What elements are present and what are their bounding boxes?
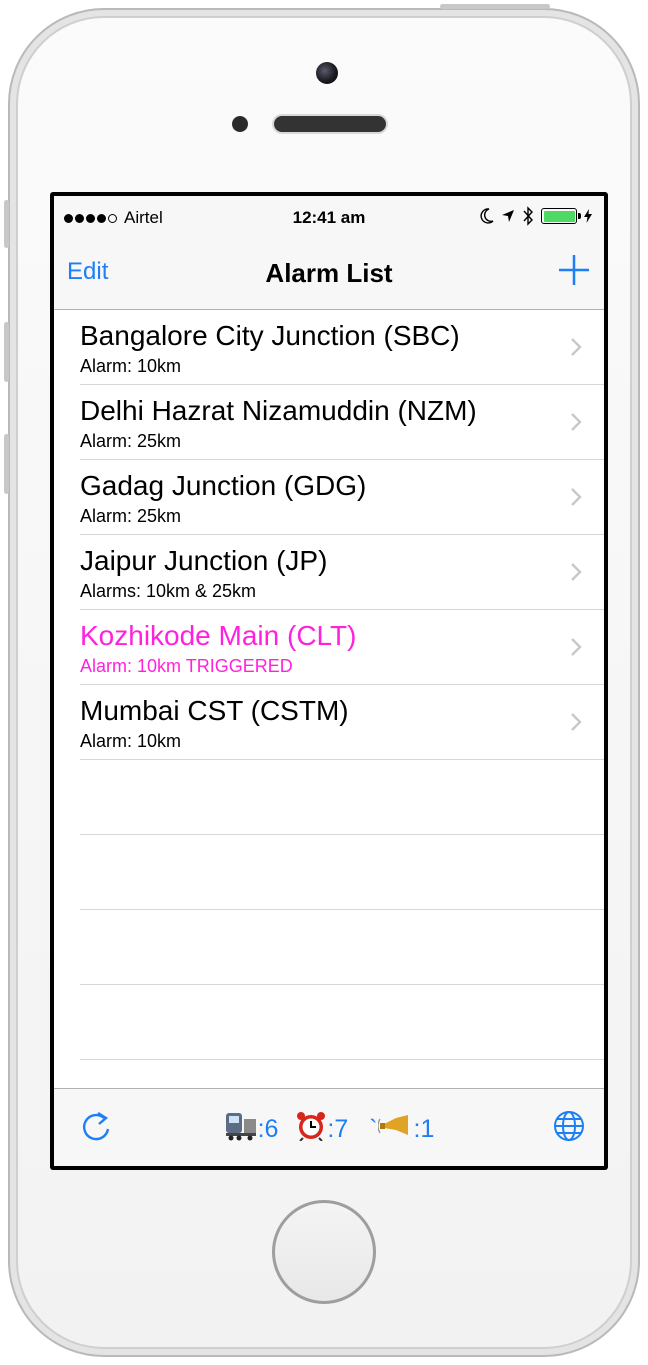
empty-row <box>80 760 604 835</box>
alarm-row-triggered[interactable]: Kozhikode Main (CLT) Alarm: 10km TRIGGER… <box>80 610 604 685</box>
alarm-distance: Alarms: 10km & 25km <box>80 581 257 601</box>
battery-level <box>543 210 575 222</box>
page-title: Alarm List <box>265 258 393 288</box>
station-name: Bangalore City Junction (SBC) <box>80 320 460 351</box>
moon-icon <box>480 208 494 224</box>
alarm-row[interactable]: Delhi Hazrat Nizamuddin (NZM) Alarm: 25k… <box>80 385 604 460</box>
empty-row <box>80 835 604 910</box>
location-arrow-icon <box>502 210 514 222</box>
bluetooth-icon <box>523 206 533 226</box>
screen-bezel: Airtel 12:41 am Edit Alarm List Bangalor… <box>50 192 608 1170</box>
empty-row <box>80 910 604 985</box>
station-name: Mumbai CST (CSTM) <box>80 695 349 726</box>
app-display: Airtel 12:41 am Edit Alarm List Bangalor… <box>54 196 604 1166</box>
volume-up-button <box>4 322 9 382</box>
station-name: Gadag Junction (GDG) <box>80 470 367 501</box>
bottom-toolbar: :6 :7 ` :1 <box>54 1088 604 1166</box>
train-icon <box>225 1113 256 1141</box>
station-name: Kozhikode Main (CLT) <box>80 620 357 651</box>
alarm-distance: Alarm: 10km <box>80 356 182 376</box>
alarm-list: Bangalore City Junction (SBC) Alarm: 10k… <box>54 310 604 1060</box>
horn-prefix: ` <box>369 1115 378 1143</box>
chevron-right-icon <box>571 563 582 581</box>
alarm-stats: :6 :7 ` :1 <box>54 1111 604 1144</box>
status-bar: Airtel 12:41 am <box>54 196 604 236</box>
home-button[interactable] <box>272 1200 376 1304</box>
train-count: :6 <box>257 1115 279 1143</box>
mute-switch <box>4 200 9 248</box>
alarm-row[interactable]: Bangalore City Junction (SBC) Alarm: 10k… <box>80 310 604 385</box>
status-icons <box>480 206 592 226</box>
alarm-count: :7 <box>327 1115 349 1143</box>
station-name: Jaipur Junction (JP) <box>80 545 328 576</box>
chevron-right-icon <box>571 338 582 356</box>
alarm-row[interactable]: Jaipur Junction (JP) Alarms: 10km & 25km <box>80 535 604 610</box>
earpiece-speaker <box>274 116 386 132</box>
battery-tip <box>578 213 581 219</box>
alarm-distance: Alarm: 25km <box>80 506 182 526</box>
globe-icon[interactable] <box>552 1109 586 1143</box>
horn-icon <box>377 1115 408 1135</box>
alarm-row[interactable]: Gadag Junction (GDG) Alarm: 25km <box>80 460 604 535</box>
chevron-right-icon <box>571 713 582 731</box>
chevron-right-icon <box>571 488 582 506</box>
front-camera <box>316 62 338 84</box>
charging-bolt-icon <box>584 209 592 223</box>
station-name: Delhi Hazrat Nizamuddin (NZM) <box>80 395 477 426</box>
alarm-distance: Alarm: 25km <box>80 431 182 451</box>
alarm-row[interactable]: Mumbai CST (CSTM) Alarm: 10km <box>80 685 604 760</box>
volume-down-button <box>4 434 9 494</box>
plus-icon[interactable] <box>554 250 594 290</box>
proximity-sensor <box>232 116 248 132</box>
chevron-right-icon <box>571 638 582 656</box>
alarm-distance: Alarm: 10km TRIGGERED <box>80 656 293 676</box>
empty-row <box>80 985 604 1060</box>
alarm-clock-icon <box>297 1112 326 1141</box>
alarm-distance: Alarm: 10km <box>80 731 182 751</box>
sleep-button <box>440 4 550 9</box>
horn-count: :1 <box>413 1115 435 1143</box>
chevron-right-icon <box>571 413 582 431</box>
navigation-bar: Edit Alarm List <box>54 236 604 310</box>
battery-icon <box>541 208 581 224</box>
